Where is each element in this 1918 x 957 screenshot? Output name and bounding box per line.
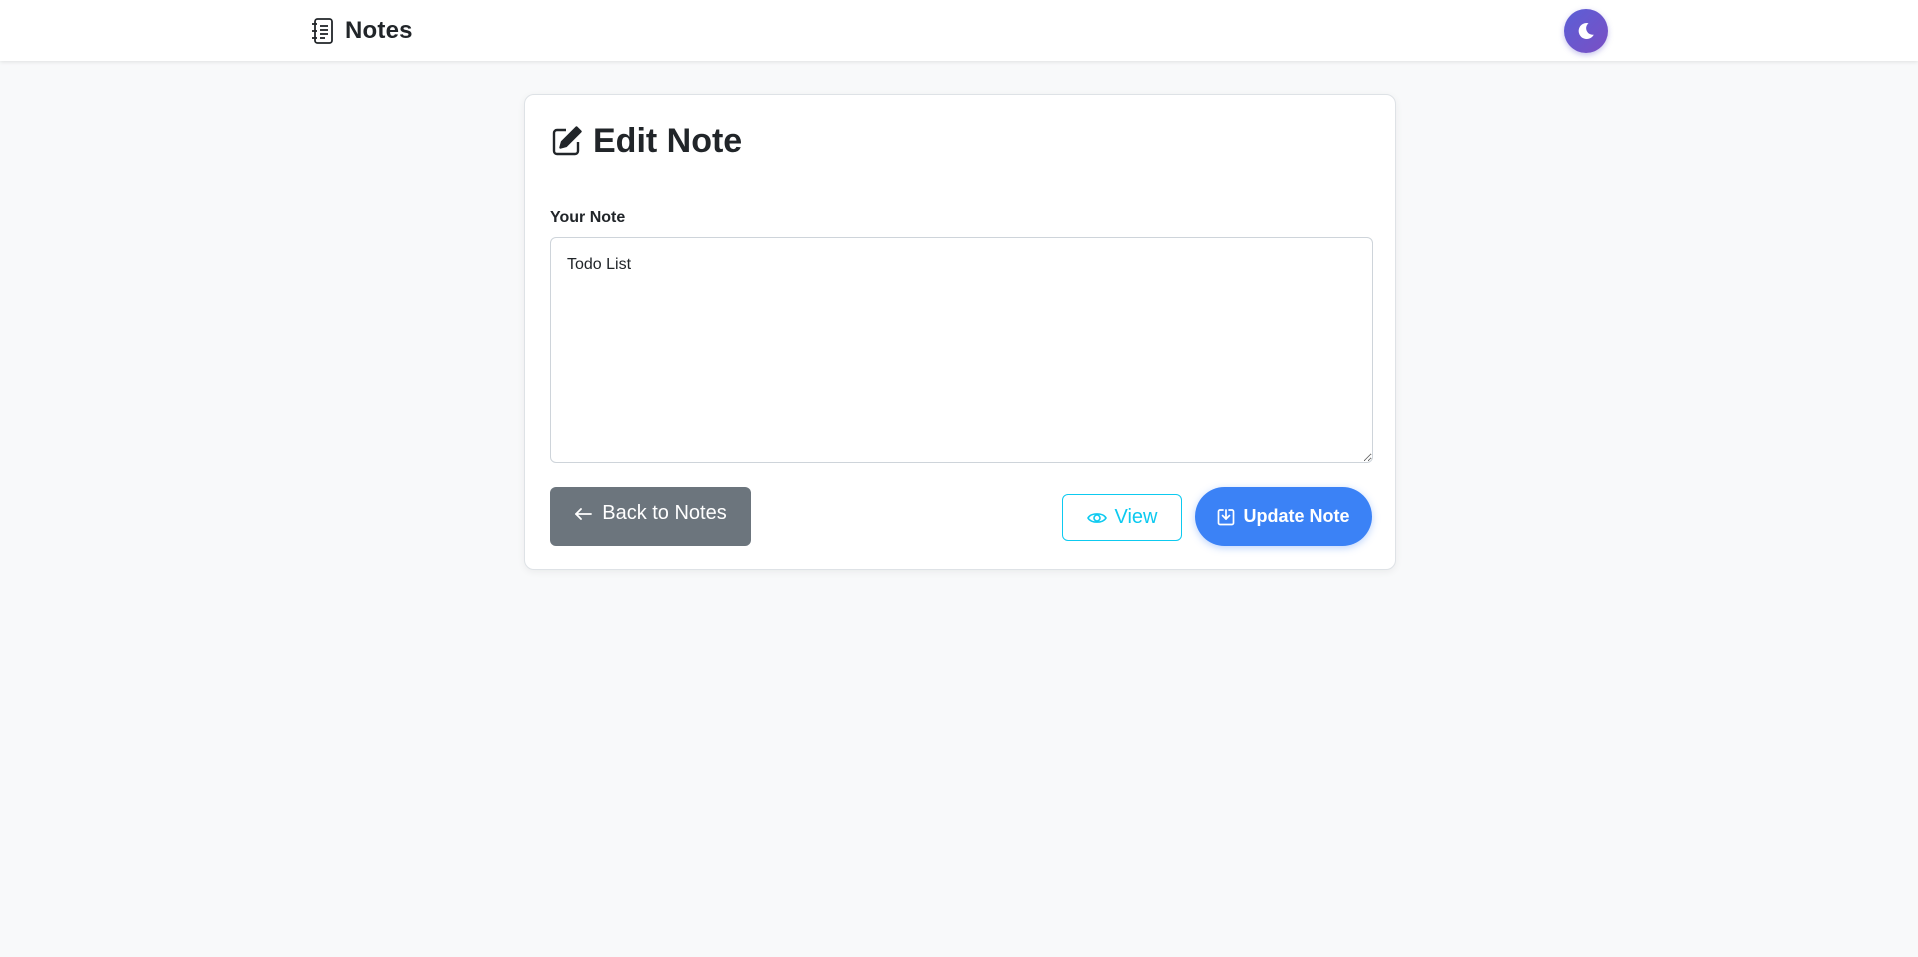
moon-icon: [1576, 21, 1596, 41]
note-field-label: Your Note: [550, 209, 626, 226]
brand-link[interactable]: Notes: [311, 16, 413, 46]
pencil-square-icon: [551, 125, 583, 157]
back-to-notes-button[interactable]: Back to Notes: [550, 487, 751, 546]
theme-toggle-button[interactable]: [1564, 9, 1608, 53]
top-navbar: Notes: [0, 0, 1918, 61]
arrow-left-icon: [574, 507, 593, 521]
update-note-button[interactable]: Update Note: [1195, 487, 1372, 546]
update-button-label: Update Note: [1243, 506, 1350, 526]
brand-text: Notes: [345, 17, 413, 44]
note-textarea[interactable]: Todo List: [550, 237, 1373, 463]
page-title: Edit Note: [551, 121, 742, 161]
view-button-label: View: [1114, 506, 1158, 528]
view-button[interactable]: View: [1062, 494, 1182, 541]
journal-text-icon: [311, 17, 335, 45]
eye-icon: [1086, 511, 1107, 525]
download-box-icon: [1217, 508, 1235, 526]
back-button-label: Back to Notes: [602, 502, 727, 524]
page-title-text: Edit Note: [593, 121, 743, 160]
edit-note-card: Edit Note Your Note Todo List Back to No…: [524, 94, 1396, 570]
